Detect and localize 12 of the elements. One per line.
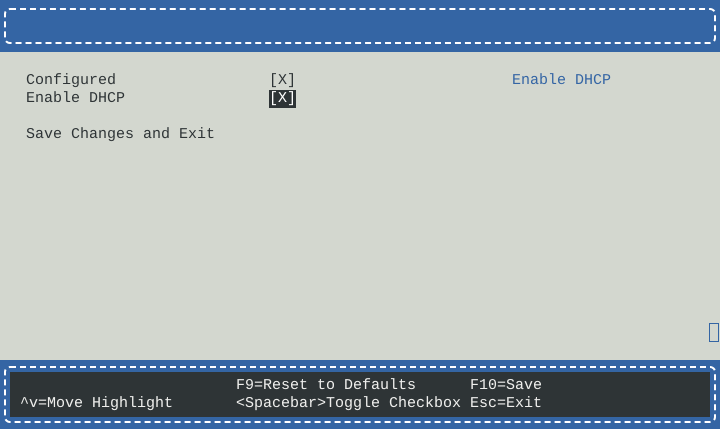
checkbox[interactable]: [X] (269, 72, 296, 90)
key-hint: ^v=Move Highlight (20, 394, 174, 412)
scroll-marker (709, 323, 719, 342)
menu-action[interactable]: Save Changes and Exit (26, 126, 216, 144)
option-label: Configured (26, 72, 118, 90)
checkbox[interactable]: [X] (269, 90, 296, 108)
option-label: Enable DHCP (26, 90, 126, 108)
help-text: Enable DHCP (512, 72, 612, 90)
key-hint: <Spacebar>Toggle Checkbox (236, 394, 462, 412)
key-hint: Esc=Exit (470, 394, 544, 412)
key-hint: F10=Save (470, 376, 544, 394)
key-hint: F9=Reset to Defaults (236, 376, 418, 394)
